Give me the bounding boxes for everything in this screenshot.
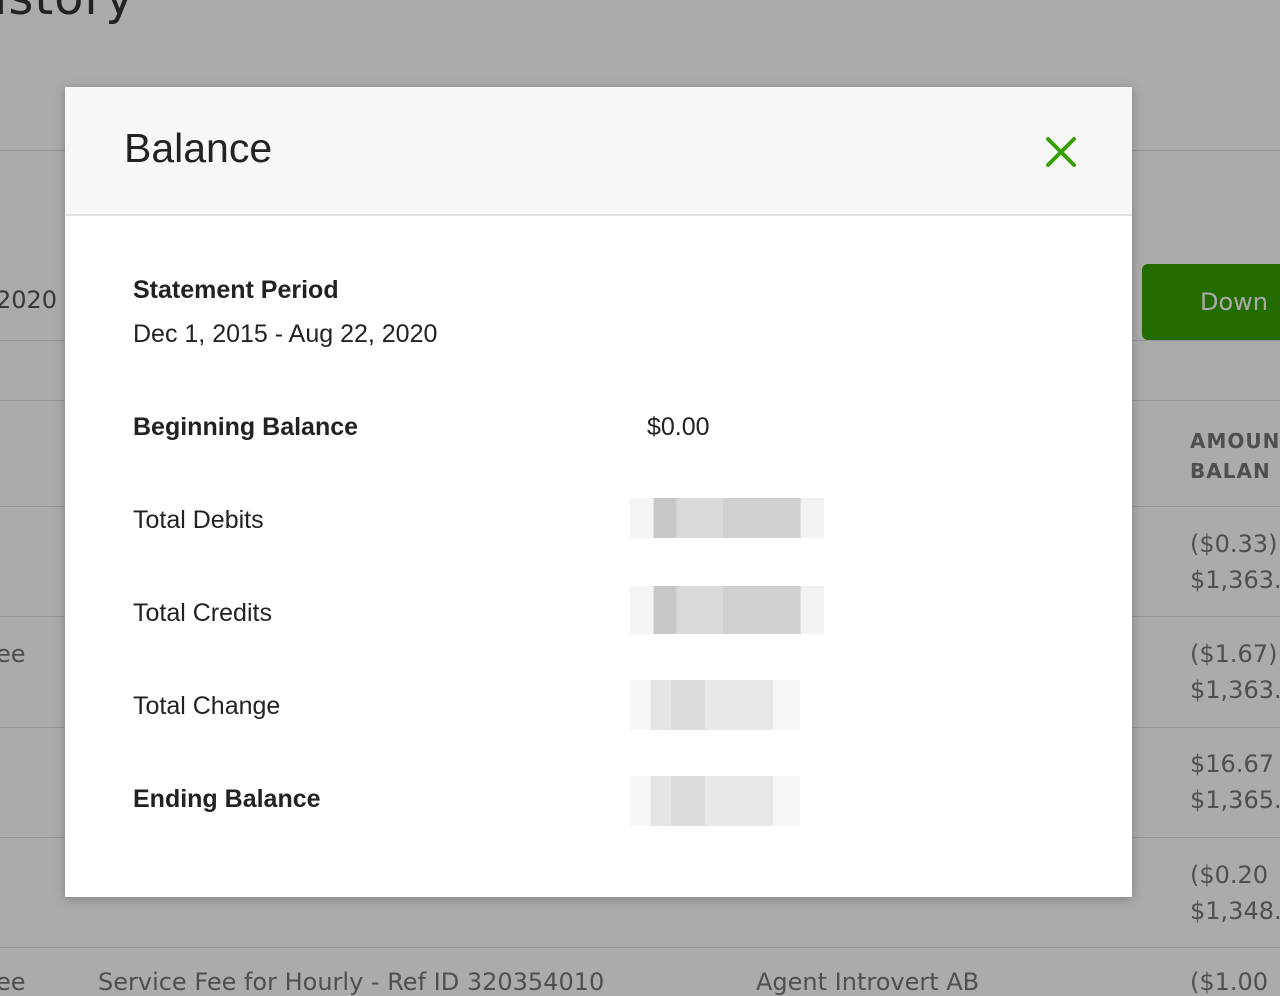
close-button[interactable] [1039, 131, 1083, 175]
beginning-balance-label: Beginning Balance [133, 413, 359, 441]
statement-period-value: Dec 1, 2015 - Aug 22, 2020 [133, 320, 438, 348]
statement-period-label: Statement Period [133, 276, 339, 304]
redacted-credits-value [630, 586, 824, 634]
total-credits-label: Total Credits [133, 599, 272, 627]
beginning-balance-value: $0.00 [647, 413, 710, 441]
redacted-debits-value [630, 498, 824, 538]
modal-header: Balance [65, 87, 1132, 216]
balance-modal: Balance Statement Period Dec 1, 2015 - A… [65, 87, 1132, 897]
total-change-label: Total Change [133, 692, 281, 720]
ending-balance-label: Ending Balance [133, 785, 321, 813]
redacted-ending-balance-value [630, 776, 800, 826]
modal-title: Balance [124, 125, 273, 171]
redacted-change-value [630, 680, 800, 730]
close-x-icon [1046, 137, 1076, 167]
total-debits-label: Total Debits [133, 506, 264, 534]
